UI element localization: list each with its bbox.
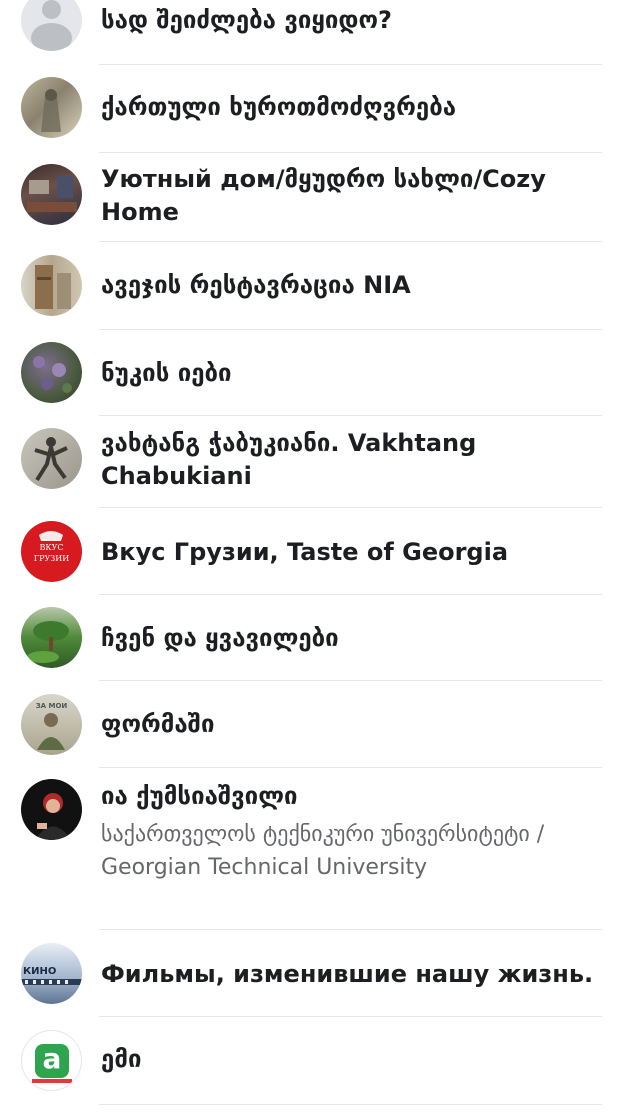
default-profile-icon — [21, 0, 82, 51]
cinema-photo: КИНО — [21, 943, 82, 1004]
stone-relief-photo — [21, 77, 82, 138]
group-title: ჩვენ და ყვავილები — [101, 624, 339, 652]
list-item[interactable]: ავეჯის რესტავრაცია NIA — [0, 242, 627, 330]
logo-text: a — [42, 1042, 62, 1075]
logo-text: ВКУС — [39, 543, 64, 552]
list-item[interactable]: ქართული ხუროთმოძღვრება — [0, 65, 627, 153]
group-title: სად შეიძლება ვიყიდო? — [101, 6, 392, 34]
list-item[interactable]: ЗА МОИ ფორმაში — [0, 681, 627, 768]
group-title: ია ქუმსიაშვილი — [101, 782, 298, 810]
group-title: ავეჯის რესტავრაცია NIA — [101, 271, 411, 299]
green-letter-logo: a — [21, 1030, 82, 1091]
group-title: Фильмы, изменившие нашу жизнь. — [101, 960, 594, 988]
group-title: ფორმაში — [101, 710, 215, 738]
group-subtitle: საქართველოს ტექნიკური უნივერსიტეტი / Geo… — [101, 822, 545, 880]
cozy-interior-photo — [21, 164, 82, 225]
divider — [99, 1104, 602, 1105]
furniture-photo — [21, 255, 82, 316]
list-item[interactable]: ნუკის იები — [0, 329, 627, 416]
group-title: ვახტანგ ჭაბუკიანი. Vakhtang Chabukiani — [101, 429, 477, 490]
group-title: ემი — [101, 1045, 142, 1073]
flowers-photo — [21, 607, 82, 668]
group-title: Вкус Грузии, Taste of Georgia — [101, 538, 509, 566]
list-item[interactable]: ვახტანგ ჭაბუკიანი. Vakhtang Chabukiani — [0, 415, 627, 508]
group-title: Уютный дом/მყუდრო სახლი/Cozy Home — [101, 165, 546, 226]
person-photo — [21, 779, 82, 840]
list-item[interactable]: КИНО Фильмы, изменившие нашу жизнь. — [0, 930, 627, 1017]
logo-text: ГРУЗИИ — [33, 554, 70, 563]
groups-list: სად შეიძლება ვიყიდო? ქართული ხუროთმოძღვრ… — [0, 0, 627, 1114]
red-logo: ВКУС ГРУЗИИ — [21, 521, 82, 582]
group-title: ქართული ხუროთმოძღვრება — [101, 93, 457, 121]
list-item[interactable]: ВКУС ГРУЗИИ Вкус Грузии, Taste of Georgi… — [0, 508, 627, 595]
soldier-photo: ЗА МОИ — [21, 694, 82, 755]
list-item[interactable]: ია ქუმსიაშვილი საქართველოს ტექნიკური უნი… — [0, 767, 627, 930]
list-item[interactable]: სად შეიძლება ვიყიდო? — [0, 0, 627, 65]
group-title: ნუკის იები — [101, 359, 232, 387]
list-item[interactable]: Уютный дом/მყუდრო სახლი/Cozy Home — [0, 152, 627, 242]
violets-photo — [21, 342, 82, 403]
list-item[interactable]: a ემი — [0, 1017, 627, 1114]
list-item[interactable]: ჩვენ და ყვავილები — [0, 594, 627, 681]
dancer-photo — [21, 428, 82, 489]
